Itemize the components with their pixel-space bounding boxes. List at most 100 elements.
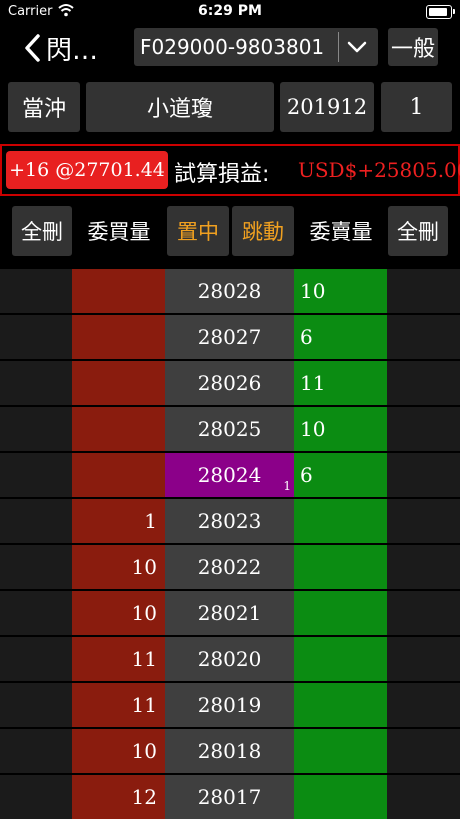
sell-volume-cell[interactable]: 10 bbox=[294, 269, 387, 313]
stop-buy-cell[interactable] bbox=[0, 775, 72, 819]
price-value: 28019 bbox=[197, 693, 262, 717]
ladder-row: 28028 10 bbox=[0, 268, 460, 313]
chevron-down-icon bbox=[347, 41, 367, 53]
stop-buy-cell[interactable] bbox=[0, 453, 72, 497]
price-value: 28017 bbox=[197, 785, 262, 809]
sell-volume-cell[interactable] bbox=[294, 683, 387, 727]
ladder-row: 1 28023 bbox=[0, 498, 460, 543]
buy-volume-cell[interactable] bbox=[72, 269, 165, 313]
stop-sell-cell[interactable] bbox=[387, 407, 460, 451]
clear-buy-orders-button[interactable]: 全刪 bbox=[12, 206, 72, 256]
buy-volume-cell[interactable] bbox=[72, 315, 165, 359]
stop-buy-cell[interactable] bbox=[0, 361, 72, 405]
pnl-label: 試算損益: bbox=[174, 162, 270, 187]
price-cell: 28020 bbox=[165, 637, 294, 681]
ladder-row: 10 28018 bbox=[0, 728, 460, 773]
stop-buy-cell[interactable] bbox=[0, 683, 72, 727]
price-value: 28021 bbox=[197, 601, 262, 625]
stop-sell-cell[interactable] bbox=[387, 729, 460, 773]
sell-volume-cell[interactable] bbox=[294, 545, 387, 589]
last-trade-marker: 1 bbox=[283, 479, 291, 493]
price-cell: 28017 bbox=[165, 775, 294, 819]
price-value: 28018 bbox=[197, 739, 262, 763]
contract-month-selector[interactable]: 201912 bbox=[280, 82, 374, 132]
sell-volume-cell[interactable]: 6 bbox=[294, 315, 387, 359]
day-trade-button[interactable]: 當沖 bbox=[8, 82, 80, 132]
buy-volume-cell[interactable]: 10 bbox=[72, 591, 165, 635]
buy-volume-cell[interactable]: 1 bbox=[72, 499, 165, 543]
ladder-row: 10 28021 bbox=[0, 590, 460, 635]
price-cell: 28027 bbox=[165, 315, 294, 359]
stop-sell-cell[interactable] bbox=[387, 361, 460, 405]
back-label: 閃… bbox=[46, 35, 99, 66]
ladder-row: 12 28017 bbox=[0, 774, 460, 819]
stop-buy-cell[interactable] bbox=[0, 499, 72, 543]
ladder-row: 28025 10 bbox=[0, 406, 460, 451]
price-value: 28024 bbox=[197, 463, 262, 487]
status-bar: Carrier 6:29 PM bbox=[0, 0, 460, 24]
chevron-left-icon bbox=[25, 34, 40, 62]
buy-volume-cell[interactable]: 11 bbox=[72, 637, 165, 681]
stop-sell-cell[interactable] bbox=[387, 315, 460, 359]
sell-volume-cell[interactable]: 10 bbox=[294, 407, 387, 451]
price-cell: 28025 bbox=[165, 407, 294, 451]
price-cell: 28021 bbox=[165, 591, 294, 635]
sell-volume-cell[interactable]: 11 bbox=[294, 361, 387, 405]
price-value: 28027 bbox=[197, 325, 262, 349]
buy-volume-cell[interactable]: 10 bbox=[72, 729, 165, 773]
battery-icon bbox=[426, 5, 455, 19]
price-value: 28025 bbox=[197, 417, 262, 441]
stop-sell-cell[interactable] bbox=[387, 775, 460, 819]
jump-button[interactable]: 跳動 bbox=[232, 206, 294, 256]
buy-volume-cell[interactable] bbox=[72, 453, 165, 497]
price-value: 28028 bbox=[197, 279, 262, 303]
pnl-value: USD$+25805.00 bbox=[298, 158, 460, 182]
price-cell: 28023 bbox=[165, 499, 294, 543]
buy-volume-cell[interactable] bbox=[72, 361, 165, 405]
quantity-selector[interactable]: 1 bbox=[381, 82, 452, 132]
ladder-row: 28024 1 6 bbox=[0, 452, 460, 497]
stop-sell-cell[interactable] bbox=[387, 683, 460, 727]
price-ladder: 28028 10 28027 6 28026 11 28025 10 28024 1 6 1 28023… bbox=[0, 268, 460, 819]
buy-volume-cell[interactable]: 12 bbox=[72, 775, 165, 819]
stop-buy-cell[interactable] bbox=[0, 591, 72, 635]
account-number: F029000-9803801 bbox=[140, 35, 325, 59]
buy-volume-cell[interactable] bbox=[72, 407, 165, 451]
stop-buy-cell[interactable] bbox=[0, 315, 72, 359]
stop-buy-cell[interactable] bbox=[0, 729, 72, 773]
order-mode-button[interactable]: 一般 bbox=[388, 28, 438, 66]
buy-volume-header: 委買量 bbox=[74, 206, 164, 256]
sell-volume-cell[interactable] bbox=[294, 591, 387, 635]
position-badge[interactable]: +16 @27701.44 bbox=[6, 151, 168, 189]
stop-buy-cell[interactable] bbox=[0, 545, 72, 589]
buy-volume-cell[interactable]: 10 bbox=[72, 545, 165, 589]
stop-sell-cell[interactable] bbox=[387, 591, 460, 635]
product-selector[interactable]: 小道瓊 bbox=[86, 82, 274, 132]
price-value: 28020 bbox=[197, 647, 262, 671]
price-value: 28022 bbox=[197, 555, 262, 579]
stop-sell-cell[interactable] bbox=[387, 499, 460, 543]
ladder-row: 11 28019 bbox=[0, 682, 460, 727]
stop-sell-cell[interactable] bbox=[387, 545, 460, 589]
center-button[interactable]: 置中 bbox=[167, 206, 229, 256]
stop-sell-cell[interactable] bbox=[387, 453, 460, 497]
stop-sell-cell[interactable] bbox=[387, 637, 460, 681]
price-cell: 28026 bbox=[165, 361, 294, 405]
stop-buy-cell[interactable] bbox=[0, 269, 72, 313]
sell-volume-cell[interactable] bbox=[294, 637, 387, 681]
account-selector[interactable]: F029000-9803801 bbox=[134, 28, 378, 66]
sell-volume-cell[interactable] bbox=[294, 775, 387, 819]
ladder-row: 10 28022 bbox=[0, 544, 460, 589]
back-button[interactable]: 閃… bbox=[22, 30, 98, 66]
sell-volume-cell[interactable] bbox=[294, 499, 387, 543]
ladder-row: 28026 11 bbox=[0, 360, 460, 405]
clear-sell-orders-button[interactable]: 全刪 bbox=[388, 206, 448, 256]
stop-buy-cell[interactable] bbox=[0, 637, 72, 681]
buy-volume-cell[interactable]: 11 bbox=[72, 683, 165, 727]
stop-buy-cell[interactable] bbox=[0, 407, 72, 451]
sell-volume-cell[interactable] bbox=[294, 729, 387, 773]
price-cell: 28019 bbox=[165, 683, 294, 727]
price-value: 28023 bbox=[197, 509, 262, 533]
stop-sell-cell[interactable] bbox=[387, 269, 460, 313]
sell-volume-cell[interactable]: 6 bbox=[294, 453, 387, 497]
